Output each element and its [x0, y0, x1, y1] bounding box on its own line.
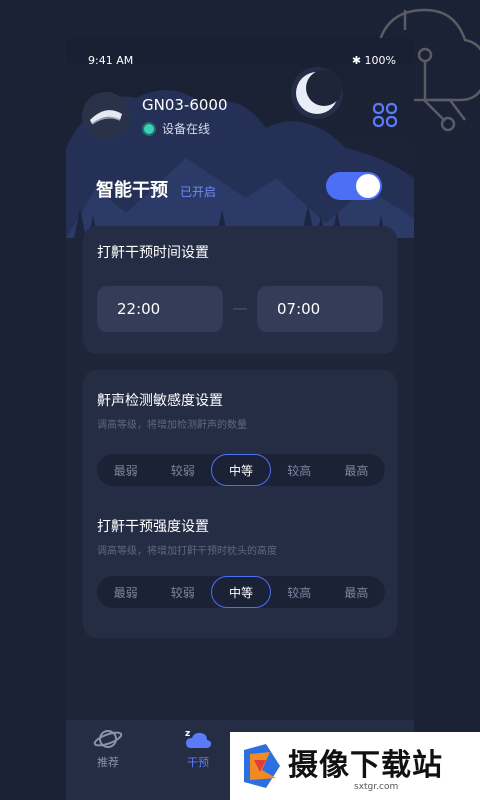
toggle-knob: [356, 174, 380, 198]
tab-intervention[interactable]: z 干预: [168, 726, 228, 770]
end-time-field[interactable]: 07:00: [257, 286, 383, 332]
status-battery: ✱ 100%: [351, 54, 396, 67]
planet-icon: [93, 730, 123, 748]
smart-intervention-row: 智能干预 已开启: [96, 176, 216, 202]
tab-recommend[interactable]: 推荐: [78, 726, 138, 770]
strength-option-weakest[interactable]: 最弱: [97, 576, 154, 608]
watermark: 摄像下载站 sxtgr.com: [230, 732, 480, 800]
pillow-icon: [90, 110, 122, 125]
sensitivity-option-weakest[interactable]: 最弱: [97, 454, 154, 486]
strength-subtitle: 调高等级，将增加打鼾干预时枕头的高度: [97, 546, 277, 557]
svg-text:z: z: [185, 729, 190, 739]
sensitivity-option-weak[interactable]: 较弱: [154, 454, 211, 486]
sensitivity-option-high[interactable]: 较高: [271, 454, 328, 486]
sensitivity-subtitle: 调高等级，将增加检测鼾声的数量: [97, 420, 247, 431]
device-status: 设备在线: [142, 120, 210, 137]
strength-option-weak[interactable]: 较弱: [154, 576, 211, 608]
smart-intervention-title: 智能干预: [96, 180, 168, 201]
online-dot-icon: [142, 121, 156, 136]
moon-icon: [291, 67, 343, 119]
schedule-title: 打鼾干预时间设置: [97, 245, 209, 261]
apps-grid-icon[interactable]: [372, 102, 398, 128]
device-name: GN03-6000: [142, 96, 228, 114]
schedule-card: 打鼾干预时间设置 22:00 07:00: [83, 226, 397, 354]
watermark-logo-icon: [244, 744, 280, 788]
watermark-url: sxtgr.com: [354, 782, 399, 792]
strength-selector: 最弱 较弱 中等 较高 最高: [97, 576, 385, 608]
time-separator: [233, 308, 247, 310]
smart-intervention-status: 已开启: [180, 185, 217, 199]
phone-screen: 9:41 AM ✱ 100% GN03-6000 设备在线 智能干预 已开启 打…: [66, 38, 414, 800]
sensitivity-option-medium[interactable]: 中等: [211, 454, 271, 486]
strength-option-medium[interactable]: 中等: [211, 576, 271, 608]
strength-title: 打鼾干预强度设置: [97, 519, 209, 535]
sensitivity-selector: 最弱 较弱 中等 较高 最高: [97, 454, 385, 486]
device-avatar[interactable]: [82, 92, 130, 140]
sensitivity-option-highest[interactable]: 最高: [328, 454, 385, 486]
status-time: 9:41 AM: [88, 54, 134, 67]
watermark-text: 摄像下载站: [288, 748, 443, 783]
bluetooth-icon: ✱: [351, 54, 362, 67]
smart-intervention-toggle[interactable]: [326, 172, 382, 200]
strength-option-high[interactable]: 较高: [271, 576, 328, 608]
strength-option-highest[interactable]: 最高: [328, 576, 385, 608]
sleep-cloud-icon: z: [185, 729, 212, 748]
settings-card: 鼾声检测敏感度设置 调高等级，将增加检测鼾声的数量 最弱 较弱 中等 较高 最高…: [83, 370, 397, 638]
sensitivity-title: 鼾声检测敏感度设置: [97, 393, 223, 409]
start-time-field[interactable]: 22:00: [97, 286, 223, 332]
